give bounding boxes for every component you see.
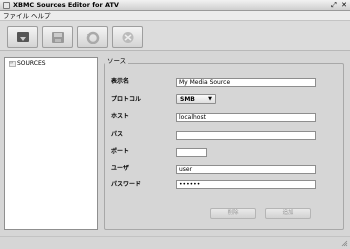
download-icon	[17, 32, 29, 42]
port-field[interactable]	[176, 148, 207, 157]
user-field[interactable]: user	[176, 165, 316, 174]
password-label: パスワード	[111, 181, 142, 188]
host-field[interactable]: localhost	[176, 113, 316, 122]
close-icon[interactable]: ✕	[340, 1, 348, 9]
sources-tree[interactable]: SOURCES	[4, 57, 98, 230]
port-label: ポート	[111, 148, 130, 155]
name-label: 表示名	[111, 78, 130, 85]
chevron-down-icon: ▼	[208, 96, 212, 102]
save-icon	[52, 32, 64, 43]
download-button[interactable]	[7, 26, 38, 48]
password-field[interactable]: ••••••	[176, 180, 316, 189]
menu-help[interactable]: ヘルプ	[31, 12, 51, 20]
path-field[interactable]	[176, 131, 316, 140]
path-label: パス	[111, 131, 124, 138]
host-label: ホスト	[111, 113, 130, 120]
group-title: ソース	[105, 57, 129, 65]
network-button[interactable]	[112, 26, 143, 48]
tree-root-sources[interactable]: SOURCES	[17, 60, 46, 68]
delete-button[interactable]: 削除	[210, 208, 256, 219]
restore-icon[interactable]: ⤢	[330, 1, 338, 9]
menu-bar: ファイル ヘルプ	[0, 11, 350, 21]
protocol-value: SMB	[180, 96, 195, 103]
network-icon	[122, 32, 134, 43]
resize-grip-icon[interactable]	[341, 240, 348, 247]
app-icon	[3, 2, 10, 9]
undo-icon	[86, 31, 100, 44]
status-bar	[0, 236, 350, 249]
undo-button[interactable]	[77, 26, 108, 48]
protocol-label: プロトコル	[111, 96, 142, 103]
menu-file[interactable]: ファイル	[3, 12, 29, 20]
title-bar: XBMC Sources Editor for ATV ⤢ ✕	[0, 0, 350, 11]
name-field[interactable]: My Media Source	[176, 78, 316, 87]
add-button[interactable]: 追加	[265, 208, 311, 219]
source-group-box	[104, 63, 344, 230]
folder-icon	[9, 61, 16, 67]
toolbar	[0, 21, 350, 51]
save-button[interactable]	[42, 26, 73, 48]
window-title: XBMC Sources Editor for ATV	[13, 1, 119, 9]
protocol-select[interactable]: SMB ▼	[176, 94, 216, 104]
user-label: ユーザ	[111, 165, 129, 172]
